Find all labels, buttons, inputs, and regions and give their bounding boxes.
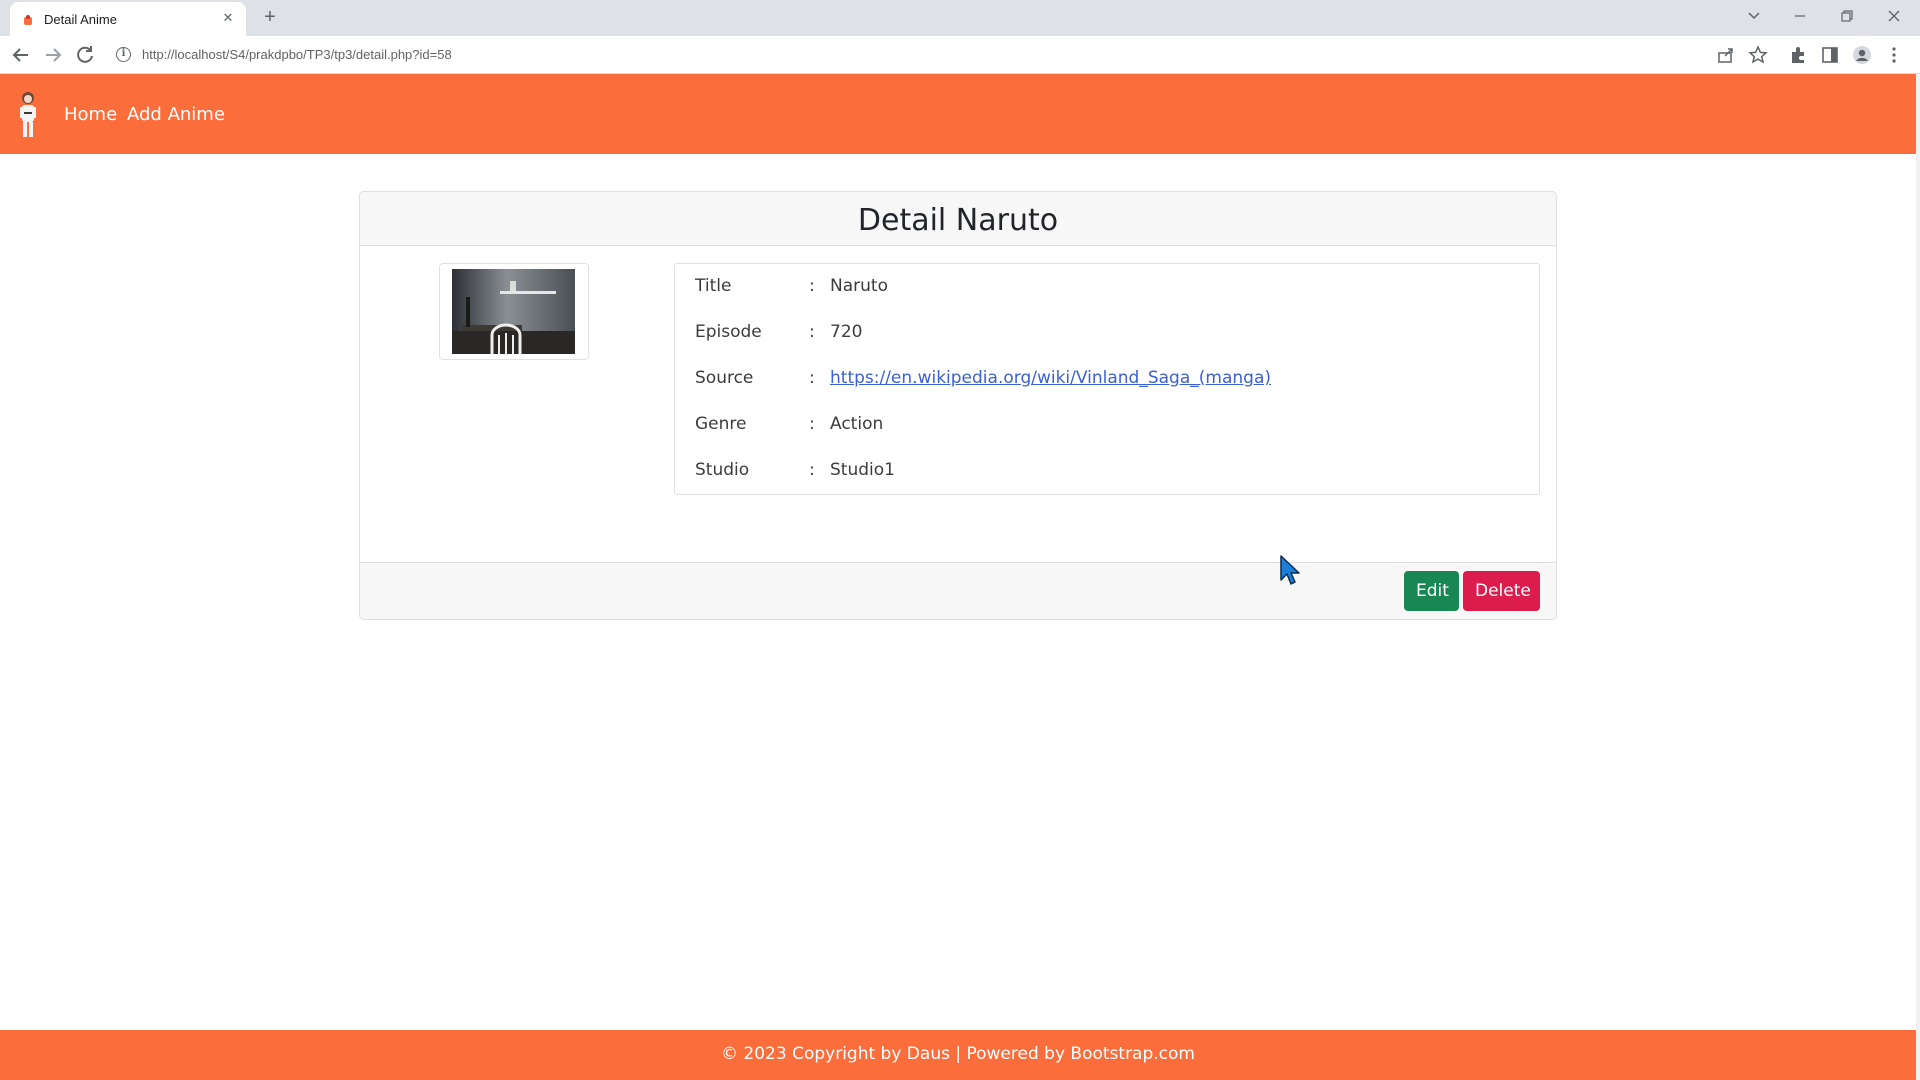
info-separator: : [809, 322, 815, 342]
info-label: Title [695, 276, 732, 296]
favicon-icon [24, 15, 32, 25]
minimize-icon[interactable] [1780, 4, 1820, 28]
anime-thumbnail [439, 263, 589, 360]
bookmark-star-icon[interactable] [1748, 45, 1768, 65]
brand-logo[interactable] [14, 90, 42, 140]
detail-card: Detail Naruto Title : Naruto Episode: 7… [359, 191, 1557, 620]
edit-button[interactable]: Edit [1404, 571, 1459, 611]
browser-tab[interactable]: Detail Anime ✕ [10, 2, 246, 36]
card-footer: Edit Delete [360, 562, 1556, 619]
reload-icon[interactable] [73, 43, 97, 67]
browser-address-bar: i http://localhost/S4/prakdpbo/TP3/tp3/d… [0, 36, 1920, 74]
info-value: Studio1 [830, 460, 895, 480]
restore-icon[interactable] [1827, 4, 1867, 28]
info-row-genre: Genre : Action [695, 414, 1515, 438]
page-scrollbar[interactable] [1916, 74, 1920, 1080]
omnibox[interactable]: i http://localhost/S4/prakdpbo/TP3/tp3/d… [108, 41, 1768, 69]
mouse-cursor-icon [1280, 555, 1300, 585]
info-label: Genre [695, 414, 747, 434]
info-label: Episode [695, 322, 762, 342]
info-value: Action [830, 414, 884, 434]
forward-icon[interactable] [41, 43, 65, 67]
back-icon[interactable] [9, 43, 33, 67]
nav-link-home[interactable]: Home [64, 104, 117, 125]
info-label: Studio [695, 460, 750, 480]
info-separator: : [809, 414, 815, 434]
footer-copyright: © 2023 Copyright by Daus | Powered by Bo… [721, 1044, 1195, 1064]
info-separator: : [809, 276, 815, 296]
info-separator: : [809, 368, 815, 388]
profile-avatar-icon[interactable] [1852, 45, 1872, 65]
tab-close-icon[interactable]: ✕ [220, 10, 236, 26]
browser-menu-icon[interactable] [1884, 45, 1904, 65]
nav-link-add-anime[interactable]: Add Anime [127, 104, 225, 125]
tab-search-icon[interactable] [1734, 4, 1774, 28]
close-window-icon[interactable] [1874, 4, 1914, 28]
browser-tab-bar: Detail Anime ✕ + [0, 0, 1920, 36]
side-panel-icon[interactable] [1820, 45, 1840, 65]
card-header: Detail Naruto [360, 192, 1556, 246]
info-row-title: Title : Naruto [695, 276, 1515, 300]
info-row-episode: Episode : 720 [695, 322, 1515, 346]
share-icon[interactable] [1716, 45, 1736, 65]
tab-title: Detail Anime [44, 12, 117, 27]
site-info-icon[interactable]: i [116, 47, 131, 62]
site-navbar: Home Add Anime [0, 74, 1916, 154]
info-row-source: Source : https://en.wikipedia.org/wiki/V… [695, 368, 1515, 392]
info-separator: : [809, 460, 815, 480]
info-value: 720 [830, 322, 863, 342]
new-tab-button[interactable]: + [258, 6, 282, 30]
site-footer: © 2023 Copyright by Daus | Powered by Bo… [0, 1030, 1916, 1080]
source-link[interactable]: https://en.wikipedia.org/wiki/Vinland_Sa… [830, 368, 1271, 388]
delete-button[interactable]: Delete [1463, 571, 1540, 611]
extensions-icon[interactable] [1788, 45, 1808, 65]
page-title: Detail Naruto [857, 203, 1059, 238]
info-label: Source [695, 368, 754, 388]
info-table: Title : Naruto Episode : 720 Source : ht… [674, 263, 1540, 495]
url-text[interactable]: http://localhost/S4/prakdpbo/TP3/tp3/det… [142, 47, 452, 62]
info-value: Naruto [830, 276, 888, 296]
anime-image [452, 269, 575, 354]
info-row-studio: Studio : Studio1 [695, 460, 1515, 484]
